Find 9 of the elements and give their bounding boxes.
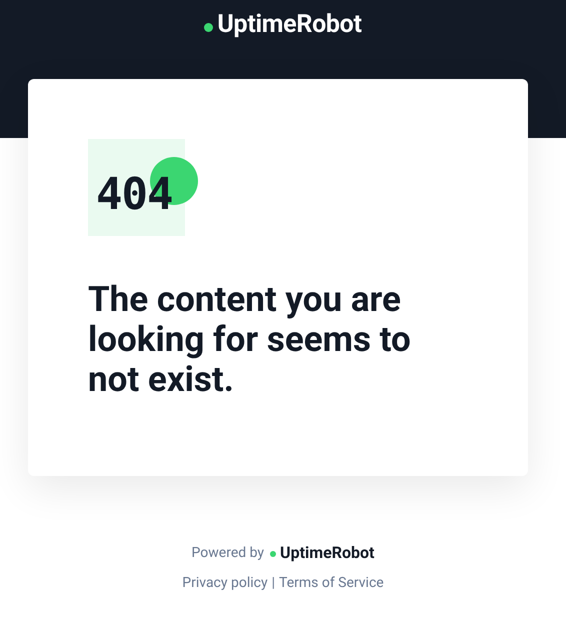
- link-separator: |: [272, 575, 276, 591]
- logo-dot-icon: [270, 551, 276, 557]
- brand-logo: UptimeRobot: [217, 10, 362, 38]
- footer-link[interactable]: Terms of Service: [279, 575, 384, 591]
- powered-by-text: Powered by: [192, 544, 264, 560]
- footer-link[interactable]: Privacy policy: [182, 575, 268, 591]
- error-heading: The content you are looking for seems to not exist.: [88, 280, 412, 400]
- logo-dot-icon: [204, 22, 214, 32]
- brand-logo: UptimeRobot: [280, 543, 374, 562]
